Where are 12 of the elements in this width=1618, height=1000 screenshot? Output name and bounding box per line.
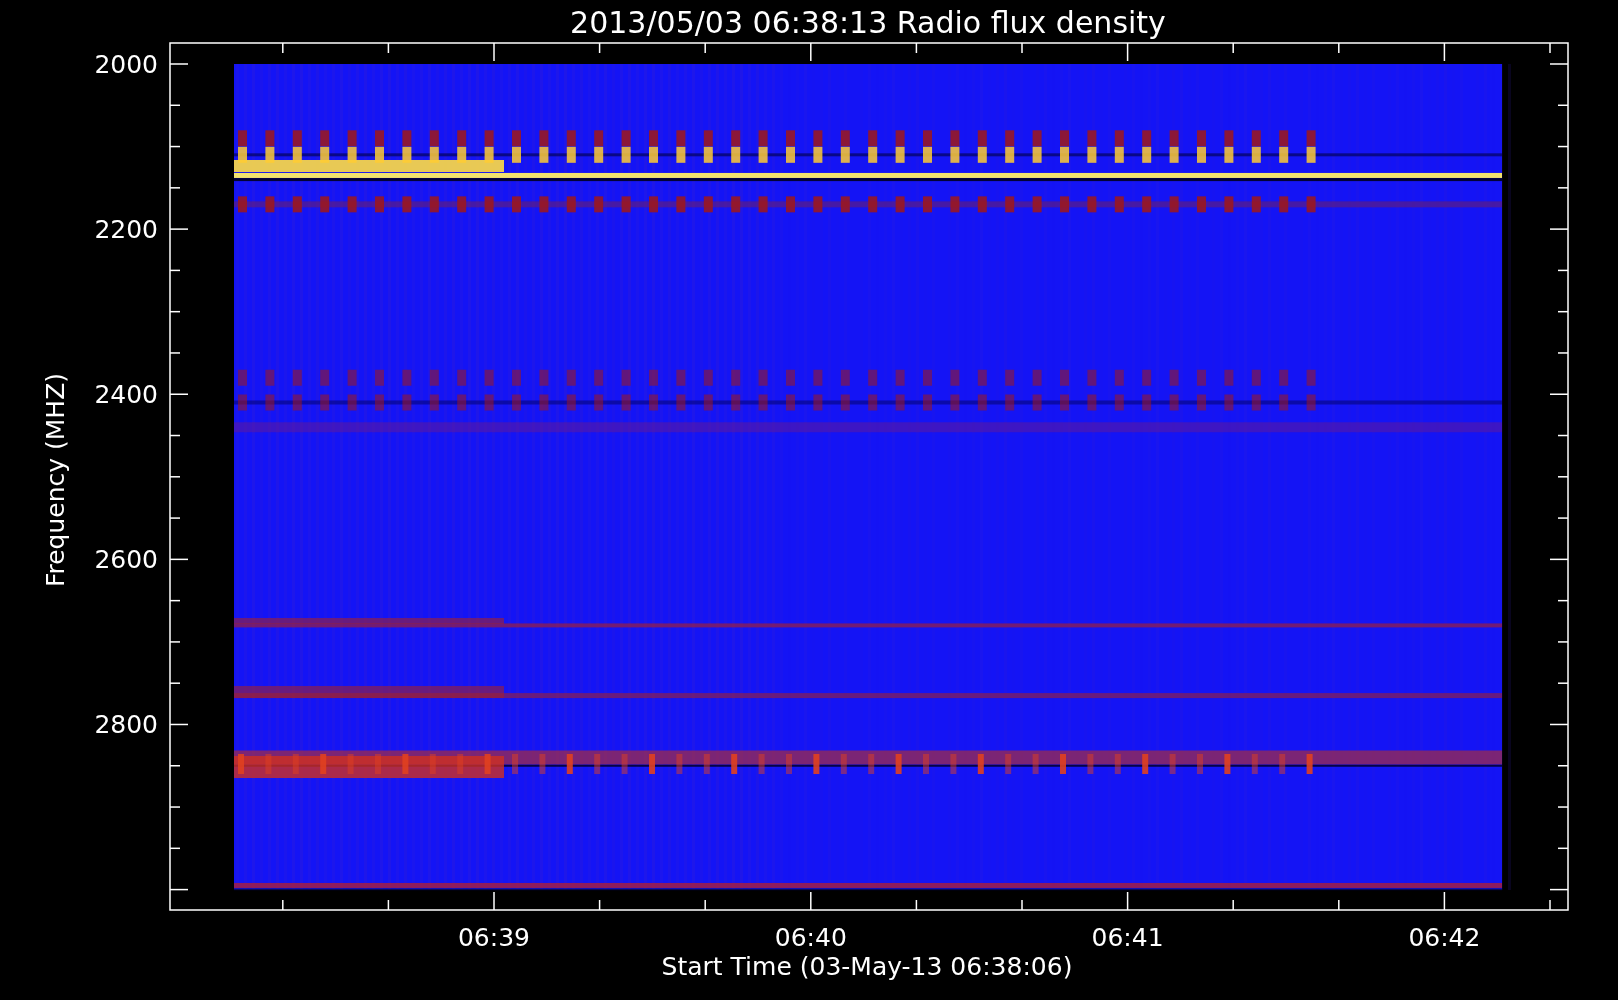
- x-axis-label: Start Time (03-May-13 06:38:06): [661, 952, 1073, 981]
- x-tick-label: 06:42: [1408, 923, 1481, 952]
- x-tick-label: 06:40: [774, 923, 847, 952]
- x-tick-label: 06:39: [458, 923, 530, 952]
- y-tick-label: 2200: [94, 215, 158, 245]
- y-tick-label: 2600: [94, 545, 158, 575]
- y-tick-label: 2000: [94, 50, 158, 79]
- y-tick-label: 2400: [94, 380, 158, 410]
- x-tick-label: 06:41: [1091, 923, 1164, 952]
- chart-title: 2013/05/03 06:38:13 Radio flux density: [570, 5, 1166, 40]
- y-tick-label: 2800: [94, 710, 158, 740]
- y-axis-label: Frequency (MHZ): [41, 372, 70, 588]
